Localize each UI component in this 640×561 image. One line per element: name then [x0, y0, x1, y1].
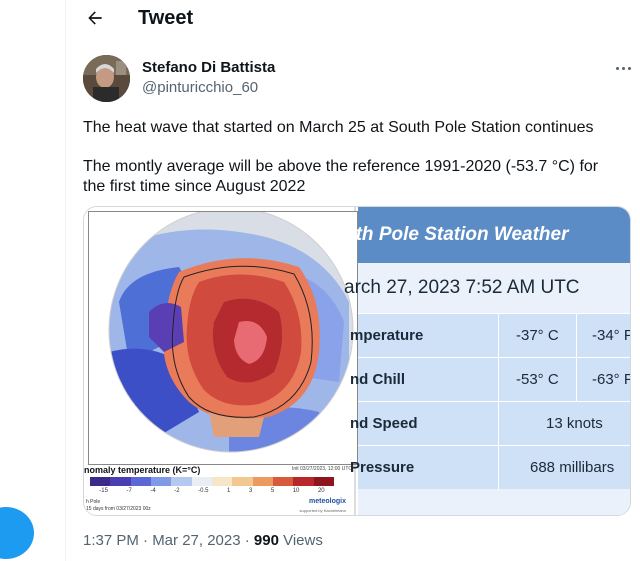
views-label: Views — [278, 532, 323, 549]
weather-title: uth Pole Station Weather — [344, 224, 569, 245]
page-title: Tweet — [138, 7, 194, 29]
colorbar-tick-label: 1 — [227, 488, 231, 494]
weather-label: Pressure — [350, 459, 415, 476]
avatar[interactable] — [83, 55, 130, 102]
compose-button[interactable] — [0, 507, 34, 559]
weather-value: -37° C — [516, 327, 559, 344]
weather-value: 688 millibars — [530, 459, 615, 476]
colorbar-swatch — [90, 477, 111, 486]
colorbar-tick-label: -2 — [174, 488, 180, 494]
map-footer-region: h Pole — [86, 499, 101, 505]
antarctica-map — [89, 207, 357, 464]
colorbar-tick-label: -4 — [150, 488, 156, 494]
map-frame — [88, 207, 358, 465]
colorbar-tick-label: 20 — [317, 488, 325, 494]
colorbar-swatch — [150, 477, 172, 486]
tweet-text-line-3: the first time since August 2022 — [83, 178, 306, 195]
colorbar-swatch — [191, 477, 212, 486]
meteologix-sub: supported by Kachelmann — [299, 508, 346, 513]
weather-value: -34° F — [592, 327, 631, 344]
dot-icon — [627, 66, 631, 70]
weather-date: arch 27, 2023 7:52 AM UTC — [344, 277, 580, 298]
anomaly-map-image[interactable]: nomaly temperature (K=°C) Init 03/27/202… — [84, 207, 358, 515]
arrow-left-icon — [88, 11, 102, 25]
colorbar-tick-label: 3 — [248, 488, 253, 494]
dot-icon — [615, 66, 619, 70]
tweet-text-line-1: The heat wave that started on March 25 a… — [83, 119, 594, 136]
colorbar-swatch — [313, 477, 334, 486]
back-button[interactable] — [83, 6, 107, 30]
author-name[interactable]: Stefano Di Battista — [142, 59, 275, 77]
colorbar-tick-label: -7 — [126, 488, 132, 494]
weather-label: nd Chill — [350, 371, 405, 388]
tweet-header: Tweet — [67, 0, 640, 38]
colorbar-swatch — [272, 477, 294, 486]
more-options-button[interactable] — [612, 60, 634, 76]
tweet-media[interactable]: nomaly temperature (K=°C) Init 03/27/202… — [83, 206, 631, 516]
weather-row-wind-speed: nd Speed 13 knots — [350, 401, 630, 446]
tweet-timestamp[interactable]: 1:37 PM · Mar 27, 2023 · — [83, 532, 254, 549]
colorbar-swatch — [252, 477, 273, 486]
map-legend-title: nomaly temperature (K=°C) — [84, 465, 201, 475]
colorbar-swatch — [232, 477, 253, 486]
colorbar-swatch — [211, 477, 233, 486]
weather-panel-image[interactable]: uth Pole Station Weather arch 27, 2023 7… — [344, 207, 631, 515]
colorbar-swatch — [171, 477, 192, 486]
left-rail — [0, 0, 66, 561]
meteologix-logo: meteologix — [309, 498, 346, 505]
colorbar-tick-label: -15 — [99, 488, 108, 494]
dot-icon — [621, 66, 625, 70]
map-legend-subtitle: Init 03/27/2023, 12:00 UTC — [291, 466, 352, 472]
author-handle[interactable]: @pinturicchio_60 — [142, 79, 258, 97]
colorbar-tick-label: 10 — [292, 488, 300, 494]
weather-row-temperature: mperature -37° C -34° F — [350, 313, 631, 358]
views-count: 990 — [253, 532, 279, 549]
tweet-text-line-2: The montly average will be above the ref… — [83, 158, 599, 175]
colorbar-swatch — [293, 477, 314, 486]
colorbar-tick-label: -0.5 — [198, 488, 209, 494]
weather-row-pressure: Pressure 688 millibars — [350, 445, 630, 490]
weather-row-wind-chill: nd Chill -53° C -63° F — [350, 357, 631, 402]
weather-label: mperature — [350, 327, 424, 344]
weather-header: uth Pole Station Weather — [344, 207, 630, 263]
map-colorbar-ticks: -15 -7 -4 -2 -0.5 1 3 5 10 20 — [90, 488, 334, 494]
colorbar-swatch — [130, 477, 151, 486]
map-footer-date: 15 days from 03/27/2023 00z — [86, 506, 151, 512]
weather-value: -63° F — [592, 371, 631, 388]
colorbar-tick-label: 5 — [270, 488, 275, 494]
weather-value: -53° C — [516, 371, 559, 388]
weather-label: nd Speed — [350, 415, 418, 432]
map-colorbar — [90, 477, 334, 486]
weather-value: 13 knots — [546, 415, 603, 432]
colorbar-swatch — [110, 477, 131, 486]
tweet-footer: 1:37 PM · Mar 27, 2023 · 990 Views — [83, 532, 323, 549]
